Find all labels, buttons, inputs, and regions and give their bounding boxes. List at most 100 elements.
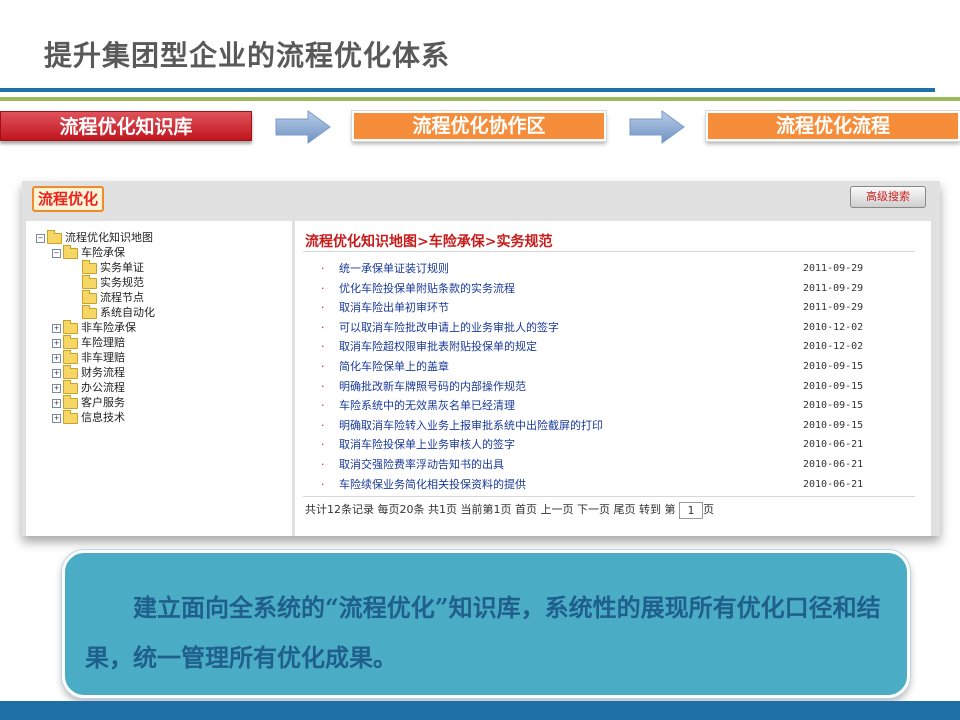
list-item[interactable]: · 统一承保单证装订规则 2011-09-29 (295, 259, 931, 278)
bullet-icon: · (321, 418, 325, 432)
step-process[interactable]: 流程优化流程 (706, 111, 960, 141)
item-date: 2010-06-21 (803, 478, 864, 490)
tree-label: 非车险承保 (81, 321, 136, 334)
tree-item-practice-norms[interactable]: 实务规范 (82, 274, 144, 290)
item-title-link[interactable]: 车险续保业务简化相关投保资料的提供 (339, 475, 526, 494)
item-title-link[interactable]: 明确取消车险转入业务上报审批系统中出险截屏的打印 (339, 416, 603, 435)
list-item[interactable]: · 车险系统中的无效黑灰名单已经清理 2010-09-15 (295, 396, 931, 415)
tree-label: 流程优化知识地图 (65, 231, 153, 244)
slide-title: 提升集团型企业的流程优化体系 (44, 39, 451, 72)
folder-icon (82, 304, 97, 319)
collapse-icon[interactable]: − (36, 233, 45, 243)
bullet-icon: · (321, 360, 325, 373)
expand-icon[interactable]: + (52, 323, 61, 333)
tree-label: 车险承保 (81, 246, 125, 259)
pager-current: 当前第1页 (460, 503, 512, 516)
item-title-link[interactable]: 明确批改新车牌照号码的内部操作规范 (339, 377, 526, 396)
divider (303, 496, 915, 497)
tree-item-car-underwriting[interactable]: − 车险承保 (52, 244, 125, 260)
item-title-link[interactable]: 取消交强险费率浮动告知书的出具 (339, 455, 504, 474)
pager-next-link[interactable]: 下一页 (577, 503, 610, 516)
list-item[interactable]: · 取消车险投保单上业务审核人的签字 2010-06-21 (295, 435, 931, 454)
item-title-link[interactable]: 优化车险投保单附贴条款的实务流程 (339, 279, 515, 298)
pager-last-link[interactable]: 尾页 (614, 503, 636, 516)
pager-pages: 共1页 (428, 503, 457, 516)
item-date: 2010-09-15 (803, 400, 864, 412)
tree-item-car-claims[interactable]: + 车险理赔 (52, 334, 125, 350)
expand-icon[interactable]: + (52, 353, 61, 363)
item-date: 2011-09-29 (803, 302, 864, 314)
expand-icon[interactable]: + (52, 338, 61, 348)
app-logo: 流程优化 (32, 186, 105, 212)
tree-label: 客户服务 (81, 396, 125, 409)
content-pane: 流程优化知识地图>车险承保>实务规范 · 统一承保单证装订规则 2011-09-29… (295, 221, 931, 536)
list-item[interactable]: · 取消车险超权限审批表附贴投保单的规定 2010-12-02 (295, 337, 931, 356)
tree-item-office[interactable]: + 办公流程 (52, 379, 125, 395)
expand-icon[interactable]: + (52, 413, 61, 423)
footer-bar (0, 701, 960, 720)
folder-icon (63, 349, 78, 364)
item-date: 2010-12-02 (803, 321, 864, 333)
tree-label: 信息技术 (81, 411, 125, 424)
item-title-link[interactable]: 取消车险出单初审环节 (339, 298, 449, 317)
expand-icon[interactable]: + (52, 383, 61, 393)
pager-first-link[interactable]: 首页 (515, 503, 537, 516)
pager-goto-label: 转到 第 (639, 503, 676, 516)
tree-label: 流程节点 (100, 291, 144, 304)
item-title-link[interactable]: 取消车险超权限审批表附贴投保单的规定 (339, 337, 537, 356)
list-item[interactable]: · 取消车险出单初审环节 2011-09-29 (295, 298, 931, 317)
bullet-icon: · (321, 477, 325, 491)
list-item[interactable]: · 优化车险投保单附贴条款的实务流程 2011-09-29 (295, 279, 931, 298)
list-item[interactable]: · 取消交强险费率浮动告知书的出具 2010-06-21 (295, 455, 931, 474)
pager-prev-link[interactable]: 上一页 (541, 503, 574, 516)
step-knowledge-base[interactable]: 流程优化知识库 (0, 111, 252, 141)
tree-item-automation[interactable]: 系统自动化 (82, 304, 155, 320)
folder-icon (63, 364, 78, 379)
tree-root[interactable]: − 流程优化知识地图 (36, 229, 153, 245)
item-date: 2010-09-15 (803, 361, 864, 372)
tree-item-it[interactable]: + 信息技术 (52, 409, 125, 425)
folder-icon (63, 334, 78, 349)
list-item[interactable]: · 明确批改新车牌照号码的内部操作规范 2010-09-15 (295, 377, 931, 396)
bullet-icon: · (321, 301, 325, 315)
item-date: 2010-06-21 (803, 439, 864, 451)
summary-callout: 建立面向全系统的“流程优化”知识库，系统性的展现所有优化口径和结果，统一管理所有… (62, 550, 910, 698)
list-item[interactable]: · 车险续保业务简化相关投保资料的提供 2010-06-21 (295, 475, 931, 494)
list-item[interactable]: · 可以取消车险批改申请上的业务审批人的签字 2010-12-02 (295, 318, 931, 337)
item-date: 2010-12-02 (803, 341, 864, 353)
step-collaboration[interactable]: 流程优化协作区 (352, 111, 606, 141)
arrow-right-icon (629, 110, 685, 144)
tree-label: 非车理赔 (81, 351, 125, 364)
tree-item-noncar-underwriting[interactable]: + 非车险承保 (52, 319, 136, 335)
list-item[interactable]: · 明确取消车险转入业务上报审批系统中出险截屏的打印 2010-09-15 (295, 416, 931, 435)
bullet-icon: · (321, 458, 325, 471)
title-rule-blue (0, 88, 935, 92)
advanced-search-button[interactable]: 高级搜索 (850, 186, 926, 208)
callout-text: 建立面向全系统的“流程优化”知识库，系统性的展现所有优化口径和结果，统一管理所有… (85, 593, 881, 672)
tree-item-process-nodes[interactable]: 流程节点 (82, 289, 144, 305)
item-title-link[interactable]: 统一承保单证装订规则 (339, 259, 449, 278)
tree-item-noncar-claims[interactable]: + 非车理赔 (52, 349, 125, 365)
folder-icon (82, 259, 97, 274)
collapse-icon[interactable]: − (52, 248, 61, 258)
tree-label: 财务流程 (81, 366, 125, 379)
item-date: 2010-06-21 (803, 459, 864, 470)
list-item[interactable]: · 简化车险保单上的盖章 2010-09-15 (295, 357, 931, 376)
folder-open-icon (47, 229, 62, 244)
tree-item-finance[interactable]: + 财务流程 (52, 364, 125, 380)
item-title-link[interactable]: 取消车险投保单上业务审核人的签字 (339, 435, 515, 454)
page-number-input[interactable]: 1 (679, 501, 703, 519)
expand-icon[interactable]: + (52, 398, 61, 408)
bullet-icon: · (321, 281, 325, 295)
item-date: 2011-09-29 (803, 263, 864, 274)
item-title-link[interactable]: 车险系统中的无效黑灰名单已经清理 (339, 396, 515, 415)
bullet-icon: · (321, 340, 325, 354)
folder-open-icon (63, 244, 78, 259)
tree-item-customer-service[interactable]: + 客户服务 (52, 394, 125, 410)
tree-label: 办公流程 (81, 381, 125, 394)
tree-item-documents[interactable]: 实务单证 (82, 259, 144, 275)
item-title-link[interactable]: 简化车险保单上的盖章 (339, 357, 449, 376)
item-title-link[interactable]: 可以取消车险批改申请上的业务审批人的签字 (339, 318, 559, 337)
expand-icon[interactable]: + (52, 368, 61, 378)
pagination: 共计12条记录 每页20条 共1页 当前第1页 首页 上一页 下一页 尾页 转到… (305, 501, 714, 519)
